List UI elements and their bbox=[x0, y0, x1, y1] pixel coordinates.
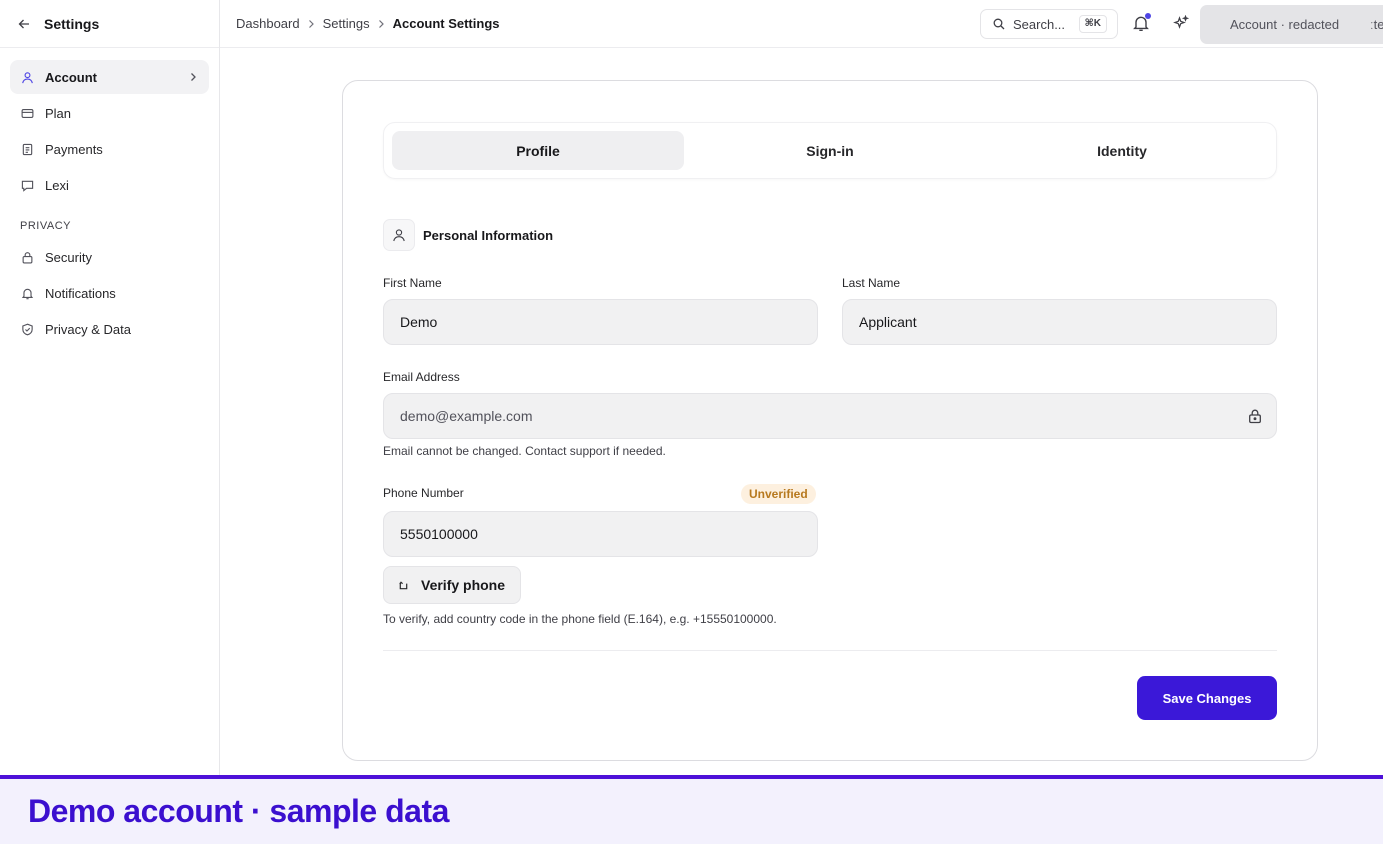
email-field: demo@example.com bbox=[383, 393, 1277, 439]
verify-phone-label: Verify phone bbox=[421, 577, 506, 593]
breadcrumb-dashboard[interactable]: Dashboard bbox=[236, 16, 300, 31]
notifications-button[interactable] bbox=[1132, 13, 1152, 34]
sidebar-item-plan[interactable]: Plan bbox=[10, 96, 209, 130]
search-icon bbox=[993, 18, 1006, 31]
chevron-right-icon bbox=[189, 72, 199, 82]
demo-banner-text: Demo account · sample data bbox=[28, 793, 449, 829]
sidebar-item-label: Privacy & Data bbox=[45, 321, 131, 337]
save-changes-button[interactable]: Save Changes bbox=[1137, 676, 1277, 720]
last-name-label: Last Name bbox=[842, 276, 901, 290]
sidebar-item-label: Plan bbox=[45, 105, 72, 121]
form-divider bbox=[383, 650, 1277, 651]
notification-dot bbox=[1145, 13, 1151, 19]
sidebar-item-account[interactable]: Account bbox=[10, 60, 209, 94]
top-bar: Dashboard Settings Account Settings Sear… bbox=[220, 0, 1383, 48]
first-name-label: First Name bbox=[383, 276, 442, 290]
sidebar-item-label: Notifications bbox=[45, 285, 116, 301]
email-value: demo@example.com bbox=[400, 408, 533, 424]
chevron-right-icon bbox=[308, 19, 315, 29]
tab-sign-in[interactable]: Sign-in bbox=[684, 131, 976, 170]
settings-sidebar: Settings Account Plan Payments Lexi PRIV… bbox=[0, 0, 220, 777]
ai-assistant-button[interactable] bbox=[1173, 14, 1191, 33]
sidebar-section-privacy: PRIVACY bbox=[20, 220, 71, 232]
section-title: Personal Information bbox=[423, 227, 554, 243]
sidebar-item-label: Lexi bbox=[45, 177, 69, 193]
email-label: Email Address bbox=[383, 370, 460, 384]
email-help-text: Email cannot be changed. Contact support… bbox=[383, 444, 666, 458]
breadcrumb-account-settings: Account Settings bbox=[392, 16, 500, 31]
sparkle-icon bbox=[1173, 14, 1190, 29]
sidebar-item-label: Account bbox=[45, 69, 97, 85]
account-settings-card: Profile Sign-in Identity Personal Inform… bbox=[342, 80, 1318, 761]
sidebar-title: Settings bbox=[44, 15, 100, 32]
phone-value: 5550100000 bbox=[400, 526, 478, 542]
verify-phone-button[interactable]: Verify phone bbox=[383, 566, 521, 604]
breadcrumb-settings[interactable]: Settings bbox=[323, 16, 370, 31]
back-arrow-icon[interactable] bbox=[18, 17, 32, 31]
search-placeholder: Search... bbox=[1013, 16, 1066, 32]
phone-help-text: To verify, add country code in the phone… bbox=[383, 612, 777, 626]
bell-icon bbox=[20, 286, 35, 301]
sidebar-item-lexi[interactable]: Lexi bbox=[10, 168, 209, 202]
account-label-trail: ːte bbox=[1370, 17, 1383, 32]
last-name-field[interactable]: Applicant bbox=[842, 299, 1277, 345]
sidebar-item-notifications[interactable]: Notifications bbox=[10, 276, 209, 310]
user-icon bbox=[20, 70, 35, 85]
sidebar-header: Settings bbox=[0, 0, 219, 48]
breadcrumb: Dashboard Settings Account Settings bbox=[220, 16, 500, 31]
account-menu-button[interactable]: Account · redacted ːte bbox=[1200, 5, 1383, 44]
lock-icon bbox=[20, 250, 35, 265]
sidebar-item-security[interactable]: Security bbox=[10, 240, 209, 274]
settings-tabs: Profile Sign-in Identity bbox=[383, 122, 1277, 179]
phone-field[interactable]: 5550100000 bbox=[383, 511, 818, 557]
shield-icon bbox=[20, 322, 35, 337]
unverified-badge: Unverified bbox=[741, 484, 816, 504]
personal-information-header: Personal Information bbox=[383, 219, 553, 251]
chevron-right-icon bbox=[378, 19, 385, 29]
phone-label: Phone Number bbox=[383, 486, 464, 500]
user-icon bbox=[383, 219, 415, 251]
sidebar-item-label: Payments bbox=[45, 141, 103, 157]
sidebar-item-label: Security bbox=[45, 249, 92, 265]
search-shortcut-badge: ⌘K bbox=[1078, 15, 1107, 33]
demo-banner: Demo account · sample data bbox=[0, 775, 1383, 844]
last-name-value: Applicant bbox=[859, 314, 917, 330]
first-name-field[interactable]: Demo bbox=[383, 299, 818, 345]
account-label: Account · redacted bbox=[1230, 17, 1340, 32]
receipt-icon bbox=[20, 142, 35, 157]
first-name-value: Demo bbox=[400, 314, 438, 330]
credit-card-icon bbox=[20, 106, 35, 121]
lock-icon bbox=[1247, 408, 1263, 424]
tab-profile[interactable]: Profile bbox=[392, 131, 684, 170]
sidebar-item-privacy-data[interactable]: Privacy & Data bbox=[10, 312, 209, 346]
message-icon bbox=[20, 178, 35, 193]
refresh-icon bbox=[398, 579, 410, 591]
search-button[interactable]: Search... ⌘K bbox=[980, 9, 1118, 39]
sidebar-nav: Account Plan Payments Lexi PRIVACY Secur… bbox=[0, 48, 219, 346]
sidebar-item-payments[interactable]: Payments bbox=[10, 132, 209, 166]
tab-identity[interactable]: Identity bbox=[976, 131, 1268, 170]
